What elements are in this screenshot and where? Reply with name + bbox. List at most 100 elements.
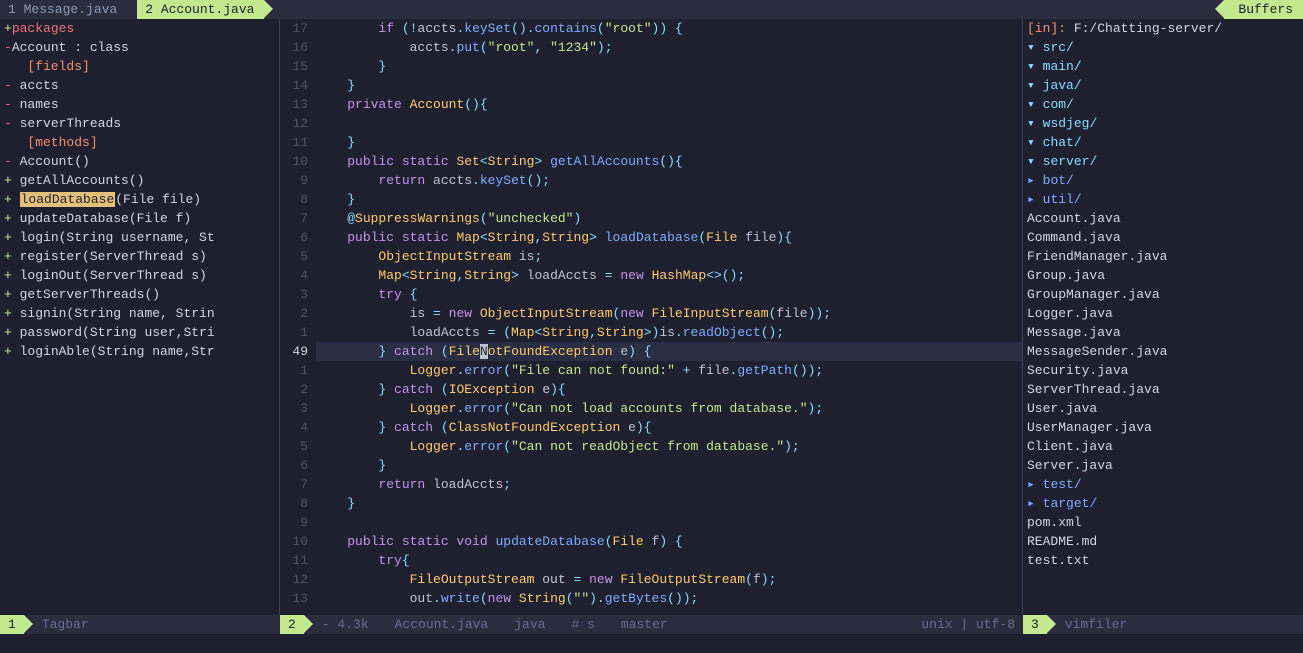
tagbar-item[interactable]: + password(String user,Stri	[4, 323, 275, 342]
code-line[interactable]: }	[316, 133, 1022, 152]
tagbar-item[interactable]: - names	[4, 95, 275, 114]
folder-item[interactable]: ▸ bot/	[1027, 171, 1299, 190]
file-tab-1[interactable]: 2 Account.java	[137, 0, 264, 19]
code-line[interactable]: public static Map<String,String> loadDat…	[316, 228, 1022, 247]
file-item[interactable]: ServerThread.java	[1027, 380, 1299, 399]
file-item[interactable]: Security.java	[1027, 361, 1299, 380]
tagbar-item[interactable]: +packages	[4, 19, 275, 38]
file-item[interactable]: Client.java	[1027, 437, 1299, 456]
code-line[interactable]: @SuppressWarnings("unchecked")	[316, 209, 1022, 228]
tagbar-item[interactable]: + loginAble(String name,Str	[4, 342, 275, 361]
folder-item[interactable]: ▾ com/	[1027, 95, 1299, 114]
status-pane-3-name: vimfiler	[1057, 615, 1135, 634]
file-item[interactable]: Logger.java	[1027, 304, 1299, 323]
tagbar-item[interactable]: + signin(String name, Strin	[4, 304, 275, 323]
status-file-size: - 4.3k	[314, 615, 377, 634]
editor-pane[interactable]: 1716151413121110987654321491234567891011…	[280, 19, 1023, 615]
status-bar: 1 Tagbar 2 - 4.3k Account.java java # s …	[0, 615, 1303, 634]
status-git-branch: master	[613, 615, 676, 634]
tagbar-item[interactable]: + getAllAccounts()	[4, 171, 275, 190]
file-item[interactable]: Server.java	[1027, 456, 1299, 475]
tagbar-item[interactable]: - Account()	[4, 152, 275, 171]
code-line[interactable]	[316, 114, 1022, 133]
folder-item[interactable]: ▾ main/	[1027, 57, 1299, 76]
code-line[interactable]: } catch (ClassNotFoundException e){	[316, 418, 1022, 437]
tagbar-item[interactable]: + loadDatabase(File file)	[4, 190, 275, 209]
code-line[interactable]: return accts.keySet();	[316, 171, 1022, 190]
code-line[interactable]: public static void updateDatabase(File f…	[316, 532, 1022, 551]
file-item[interactable]: README.md	[1027, 532, 1299, 551]
code-area[interactable]: if (!accts.keySet().contains("root")) { …	[316, 19, 1022, 615]
status-pane-3-num: 3	[1023, 615, 1047, 634]
file-item[interactable]: UserManager.java	[1027, 418, 1299, 437]
code-line[interactable]: }	[316, 494, 1022, 513]
code-line[interactable]: FileOutputStream out = new FileOutputStr…	[316, 570, 1022, 589]
folder-item[interactable]: ▾ src/	[1027, 38, 1299, 57]
status-filetype: java	[506, 615, 553, 634]
file-item[interactable]: Command.java	[1027, 228, 1299, 247]
file-item[interactable]: Account.java	[1027, 209, 1299, 228]
folder-item[interactable]: ▸ target/	[1027, 494, 1299, 513]
tagbar-item[interactable]: + loginOut(ServerThread s)	[4, 266, 275, 285]
tagbar-item[interactable]: + updateDatabase(File f)	[4, 209, 275, 228]
code-line[interactable]: private Account(){	[316, 95, 1022, 114]
folder-item[interactable]: ▸ test/	[1027, 475, 1299, 494]
folder-item[interactable]: ▾ chat/	[1027, 133, 1299, 152]
file-tab-0[interactable]: 1 Message.java	[0, 0, 127, 19]
code-line[interactable]	[316, 513, 1022, 532]
code-line[interactable]: return loadAccts;	[316, 475, 1022, 494]
tagbar-item[interactable]: [methods]	[4, 133, 275, 152]
file-item[interactable]: MessageSender.java	[1027, 342, 1299, 361]
tagbar-item[interactable]: [fields]	[4, 57, 275, 76]
line-numbers: 1716151413121110987654321491234567891011…	[280, 19, 316, 615]
code-line[interactable]: try {	[316, 285, 1022, 304]
code-line[interactable]: ObjectInputStream is;	[316, 247, 1022, 266]
code-line[interactable]: Logger.error("Can not readObject from da…	[316, 437, 1022, 456]
code-line[interactable]: }	[316, 57, 1022, 76]
filer-header: [in]: F:/Chatting-server/	[1027, 19, 1299, 38]
code-line[interactable]: }	[316, 76, 1022, 95]
file-tree-pane[interactable]: [in]: F:/Chatting-server/▾ src/ ▾ main/ …	[1023, 19, 1303, 615]
code-line[interactable]: } catch (FileNotFoundException e) {	[316, 342, 1022, 361]
code-line[interactable]: Map<String,String> loadAccts = new HashM…	[316, 266, 1022, 285]
code-line[interactable]: loadAccts = (Map<String,String>)is.readO…	[316, 323, 1022, 342]
file-item[interactable]: Group.java	[1027, 266, 1299, 285]
folder-item[interactable]: ▾ wsdjeg/	[1027, 114, 1299, 133]
code-line[interactable]: out.write(new String("").getBytes());	[316, 589, 1022, 608]
status-section: # s	[563, 615, 602, 634]
code-line[interactable]: if (!accts.keySet().contains("root")) {	[316, 19, 1022, 38]
code-line[interactable]: is = new ObjectInputStream(new FileInput…	[316, 304, 1022, 323]
tagbar-item[interactable]: + login(String username, St	[4, 228, 275, 247]
folder-item[interactable]: ▾ java/	[1027, 76, 1299, 95]
code-line[interactable]: public static Set<String> getAllAccounts…	[316, 152, 1022, 171]
folder-item[interactable]: ▸ util/	[1027, 190, 1299, 209]
status-pane-2-num: 2	[280, 615, 304, 634]
tab-bar: 1 Message.java 2 Account.java Buffers	[0, 0, 1303, 19]
code-line[interactable]: } catch (IOException e){	[316, 380, 1022, 399]
code-line[interactable]: }	[316, 190, 1022, 209]
folder-item[interactable]: ▾ server/	[1027, 152, 1299, 171]
status-pane-1-name: Tagbar	[34, 615, 97, 634]
status-encoding: unix | utf-8	[913, 615, 1023, 634]
file-item[interactable]: test.txt	[1027, 551, 1299, 570]
status-pane-1-num: 1	[0, 615, 24, 634]
tagbar-item[interactable]: - accts	[4, 76, 275, 95]
code-line[interactable]: accts.put("root", "1234");	[316, 38, 1022, 57]
file-item[interactable]: Message.java	[1027, 323, 1299, 342]
code-line[interactable]: Logger.error("Can not load accounts from…	[316, 399, 1022, 418]
code-line[interactable]: Logger.error("File can not found:" + fil…	[316, 361, 1022, 380]
file-item[interactable]: GroupManager.java	[1027, 285, 1299, 304]
file-item[interactable]: FriendManager.java	[1027, 247, 1299, 266]
tagbar-pane[interactable]: +packages-Account : class [fields]- acct…	[0, 19, 280, 615]
command-line[interactable]	[0, 634, 1303, 653]
code-line[interactable]: try{	[316, 551, 1022, 570]
tagbar-item[interactable]: + register(ServerThread s)	[4, 247, 275, 266]
tagbar-item[interactable]: - serverThreads	[4, 114, 275, 133]
tagbar-item[interactable]: + getServerThreads()	[4, 285, 275, 304]
tagbar-item[interactable]: -Account : class	[4, 38, 275, 57]
file-item[interactable]: User.java	[1027, 399, 1299, 418]
file-item[interactable]: pom.xml	[1027, 513, 1299, 532]
status-file-name: Account.java	[387, 615, 497, 634]
buffers-button[interactable]: Buffers	[1224, 0, 1303, 19]
code-line[interactable]: }	[316, 456, 1022, 475]
